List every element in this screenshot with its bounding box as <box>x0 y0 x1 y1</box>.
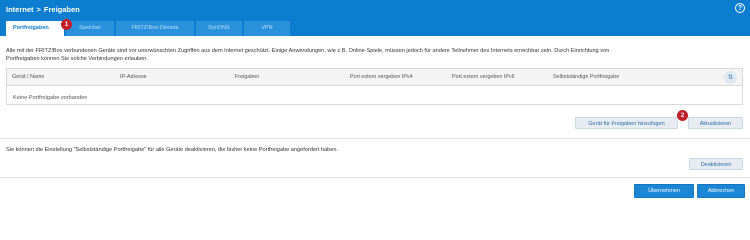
column-header-ip[interactable]: IP-Adresse <box>120 74 147 80</box>
tab-speicher[interactable]: Speicher <box>66 21 114 36</box>
intro-line-1: Alle mit der FRITZ!Box verbundenen Gerät… <box>6 48 610 54</box>
column-header-port-ipv6[interactable]: Port extern vergeben IPv6 <box>452 74 515 80</box>
tab-fritzbox-dienste[interactable]: FRITZ!Box-Dienste <box>116 21 194 36</box>
tab-dyndns[interactable]: DynDNS <box>196 21 242 36</box>
annotation-badge-1: 1 <box>61 19 72 30</box>
tab-vpn[interactable]: VPN <box>244 21 290 36</box>
breadcrumb-internet[interactable]: Internet <box>6 5 34 14</box>
breadcrumb-freigaben: Freigaben <box>43 5 80 14</box>
column-header-selbststaendig[interactable]: Selbstständige Portfreigabe <box>553 74 619 80</box>
breadcrumb-separator: > <box>36 5 41 14</box>
empty-table-message: Keine Portfreigabe vorhanden <box>13 95 88 101</box>
header-bar: Internet > Freigaben ? Portfreigaben Speic… <box>0 0 750 36</box>
info-text: Sie können die Einstellung "Selbstständi… <box>6 147 339 153</box>
tab-bar: Portfreigaben Speicher FRITZ!Box-Dienste… <box>6 21 290 36</box>
sort-icon[interactable]: ⇅ <box>724 71 737 84</box>
breadcrumb: Internet > Freigaben <box>6 5 80 14</box>
tab-portfreigaben-label: Portfreigaben <box>13 25 49 31</box>
deactivate-button[interactable]: Deaktivieren <box>689 158 743 170</box>
section-divider <box>0 138 750 139</box>
help-icon[interactable]: ? <box>735 3 745 13</box>
column-header-device[interactable]: Gerät / Name <box>12 74 44 80</box>
annotation-badge-2: 2 <box>677 110 688 121</box>
intro-line-2: Portfreigaben können Sie solche Verbindu… <box>6 56 148 62</box>
refresh-button[interactable]: Aktualisieren <box>688 117 743 129</box>
portfreigaben-table: Gerät / Name IP-Adresse Freigaben Port e… <box>6 68 743 105</box>
cancel-button[interactable]: Abbrechen <box>697 184 745 198</box>
apply-button[interactable]: Übernehmen <box>634 184 694 198</box>
table-header: Gerät / Name IP-Adresse Freigaben Port e… <box>7 69 742 86</box>
intro-text: Alle mit der FRITZ!Box verbundenen Gerät… <box>6 47 746 63</box>
add-device-button[interactable]: Gerät für Freigaben hinzufügen <box>575 117 678 129</box>
footer-divider <box>0 177 750 178</box>
column-header-port-ipv4[interactable]: Port extern vergeben IPv4 <box>350 74 413 80</box>
tab-portfreigaben[interactable]: Portfreigaben <box>6 21 64 36</box>
column-header-freigaben[interactable]: Freigaben <box>235 74 259 80</box>
